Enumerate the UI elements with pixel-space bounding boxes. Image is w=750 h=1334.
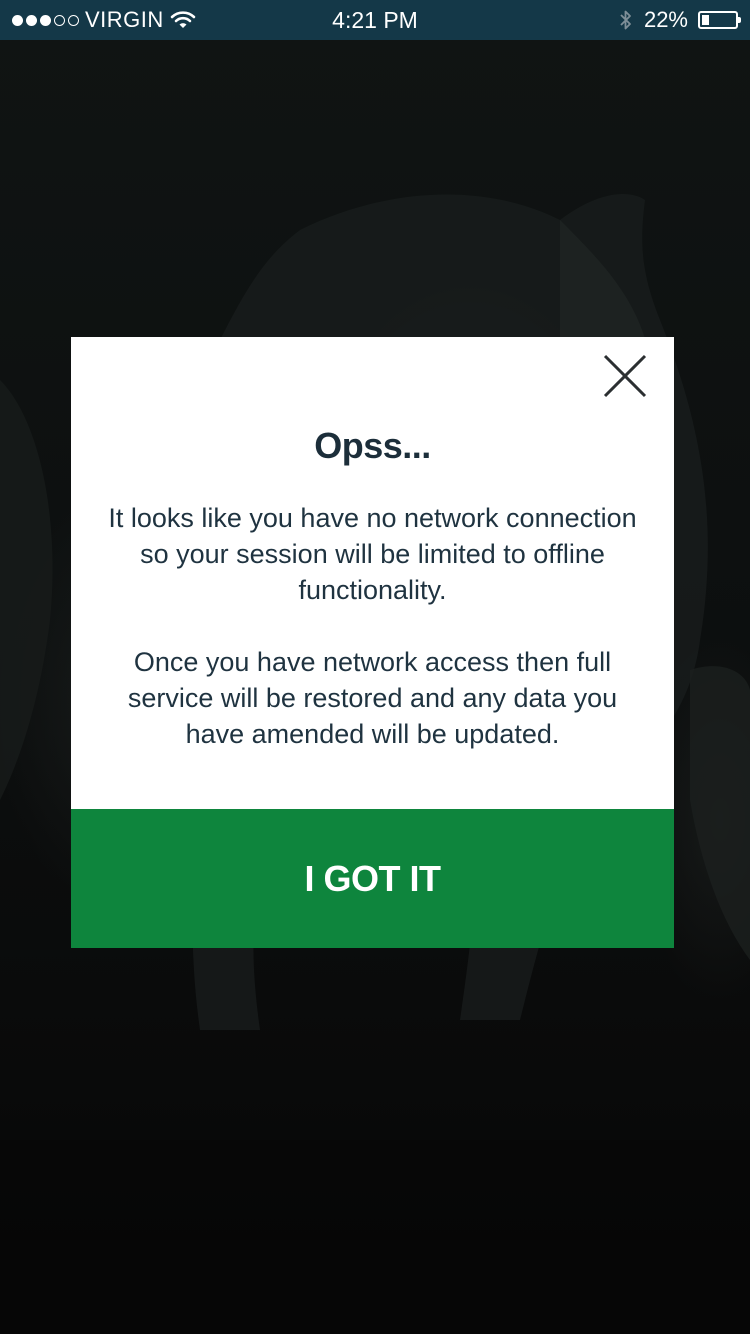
close-button[interactable]	[600, 351, 650, 401]
status-bar: VIRGIN 4:21 PM 22%	[0, 0, 750, 40]
battery-fill	[702, 15, 709, 25]
battery-nub	[738, 17, 741, 23]
offline-dialog: Opss... It looks like you have no networ…	[71, 337, 674, 948]
close-icon[interactable]	[600, 351, 650, 401]
status-right: 22%	[618, 5, 741, 35]
dialog-message-restore: Once you have network access then full s…	[127, 647, 618, 749]
battery-icon	[698, 11, 741, 29]
dialog-message: It looks like you have no network connec…	[101, 500, 644, 752]
battery-percent: 22%	[643, 7, 688, 32]
dialog-title: Opss...	[314, 425, 431, 466]
dialog-message-offline: It looks like you have no network connec…	[108, 503, 637, 605]
i-got-it-button[interactable]: I GOT IT	[71, 809, 674, 948]
app-screen: VIRGIN 4:21 PM 22% Opss... It looks like…	[0, 0, 750, 1334]
bluetooth-icon	[620, 10, 631, 30]
